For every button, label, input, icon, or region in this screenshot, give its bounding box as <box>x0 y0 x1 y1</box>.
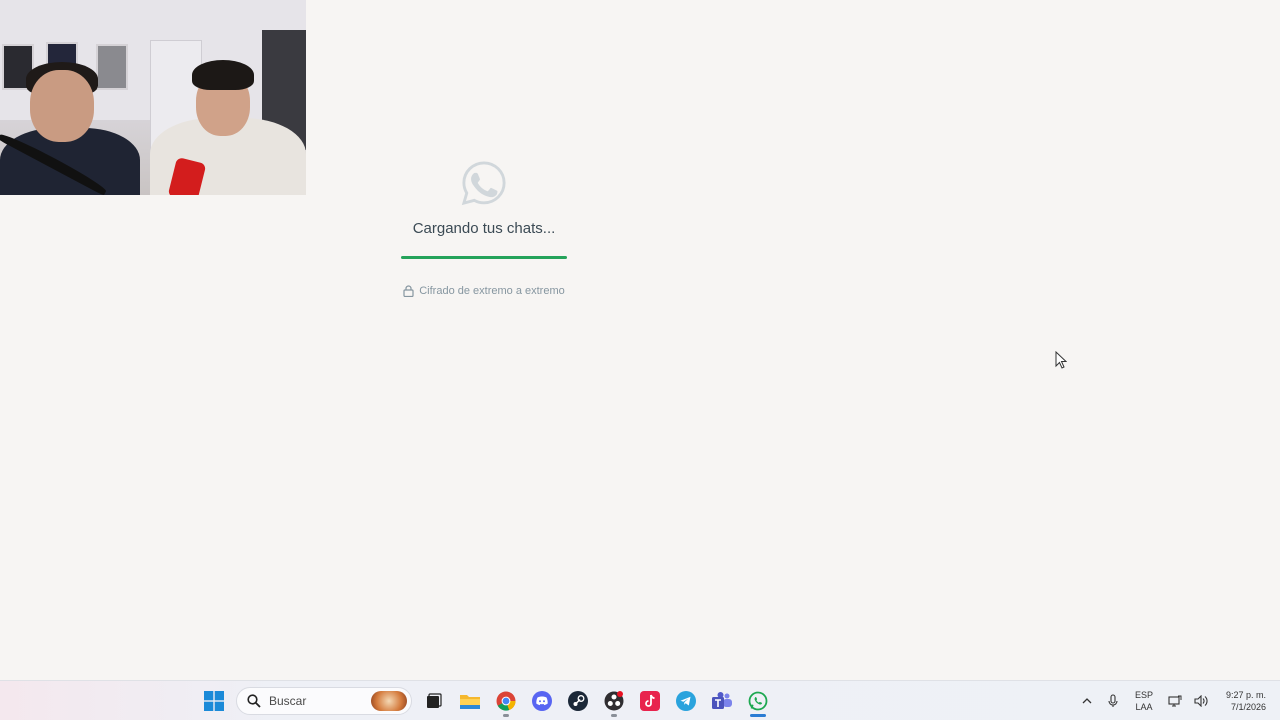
file-explorer-icon <box>460 695 480 709</box>
search-placeholder: Buscar <box>269 694 307 708</box>
show-hidden-icons-button[interactable] <box>1074 686 1100 716</box>
network-button[interactable] <box>1162 686 1188 716</box>
lock-icon <box>403 285 414 297</box>
telegram-icon <box>676 691 696 711</box>
encryption-text: Cifrado de extremo a extremo <box>419 285 565 297</box>
teams-icon <box>712 692 732 709</box>
steam-button[interactable] <box>560 683 596 719</box>
teams-button[interactable] <box>704 683 740 719</box>
search-icon <box>247 694 261 708</box>
language-indicator[interactable]: ESP LAA <box>1126 689 1162 713</box>
taskbar: Buscar ESP LAA 9:27 p. m. 7/1/2026 <box>0 680 1280 720</box>
chrome-button[interactable] <box>488 683 524 719</box>
language-line2: LAA <box>1135 702 1153 712</box>
loading-text: Cargando tus chats... <box>412 220 556 237</box>
obs-button[interactable] <box>596 683 632 719</box>
steam-icon <box>568 691 588 711</box>
start-button[interactable] <box>196 683 232 719</box>
volume-button[interactable] <box>1188 686 1214 716</box>
microphone-icon <box>1108 694 1118 707</box>
taskbar-search-box[interactable]: Buscar <box>236 687 412 715</box>
whatsapp-button[interactable] <box>740 683 776 719</box>
whatsapp-logo-icon <box>461 161 506 206</box>
task-view-icon <box>427 693 442 708</box>
tiktok-icon <box>640 691 660 711</box>
network-icon <box>1168 695 1182 707</box>
mouse-cursor-icon <box>1055 351 1067 369</box>
telegram-button[interactable] <box>668 683 704 719</box>
clock[interactable]: 9:27 p. m. 7/1/2026 <box>1218 689 1280 713</box>
tiktok-button[interactable] <box>632 683 668 719</box>
encryption-notice: Cifrado de extremo a extremo <box>403 285 565 297</box>
chevron-up-icon <box>1082 698 1092 704</box>
whatsapp-icon <box>748 691 768 711</box>
system-tray: ESP LAA 9:27 p. m. 7/1/2026 <box>1074 681 1280 720</box>
clock-time: 9:27 p. m. <box>1225 690 1266 700</box>
webcam-overlay <box>0 0 306 195</box>
discord-button[interactable] <box>524 683 560 719</box>
task-view-button[interactable] <box>416 683 452 719</box>
loading-panel: Cargando tus chats... Cifrado de extremo… <box>384 160 584 297</box>
windows-start-icon <box>204 691 224 711</box>
language-line1: ESP <box>1134 690 1153 700</box>
search-highlight-image <box>371 691 407 711</box>
discord-icon <box>532 691 552 711</box>
volume-icon <box>1194 695 1208 707</box>
loading-progress-fill <box>401 256 567 259</box>
file-explorer-button[interactable] <box>452 683 488 719</box>
loading-progress-bar <box>401 256 567 259</box>
clock-date: 7/1/2026 <box>1230 702 1266 712</box>
obs-icon <box>604 691 624 711</box>
microphone-button[interactable] <box>1100 686 1126 716</box>
chrome-icon <box>496 691 516 711</box>
